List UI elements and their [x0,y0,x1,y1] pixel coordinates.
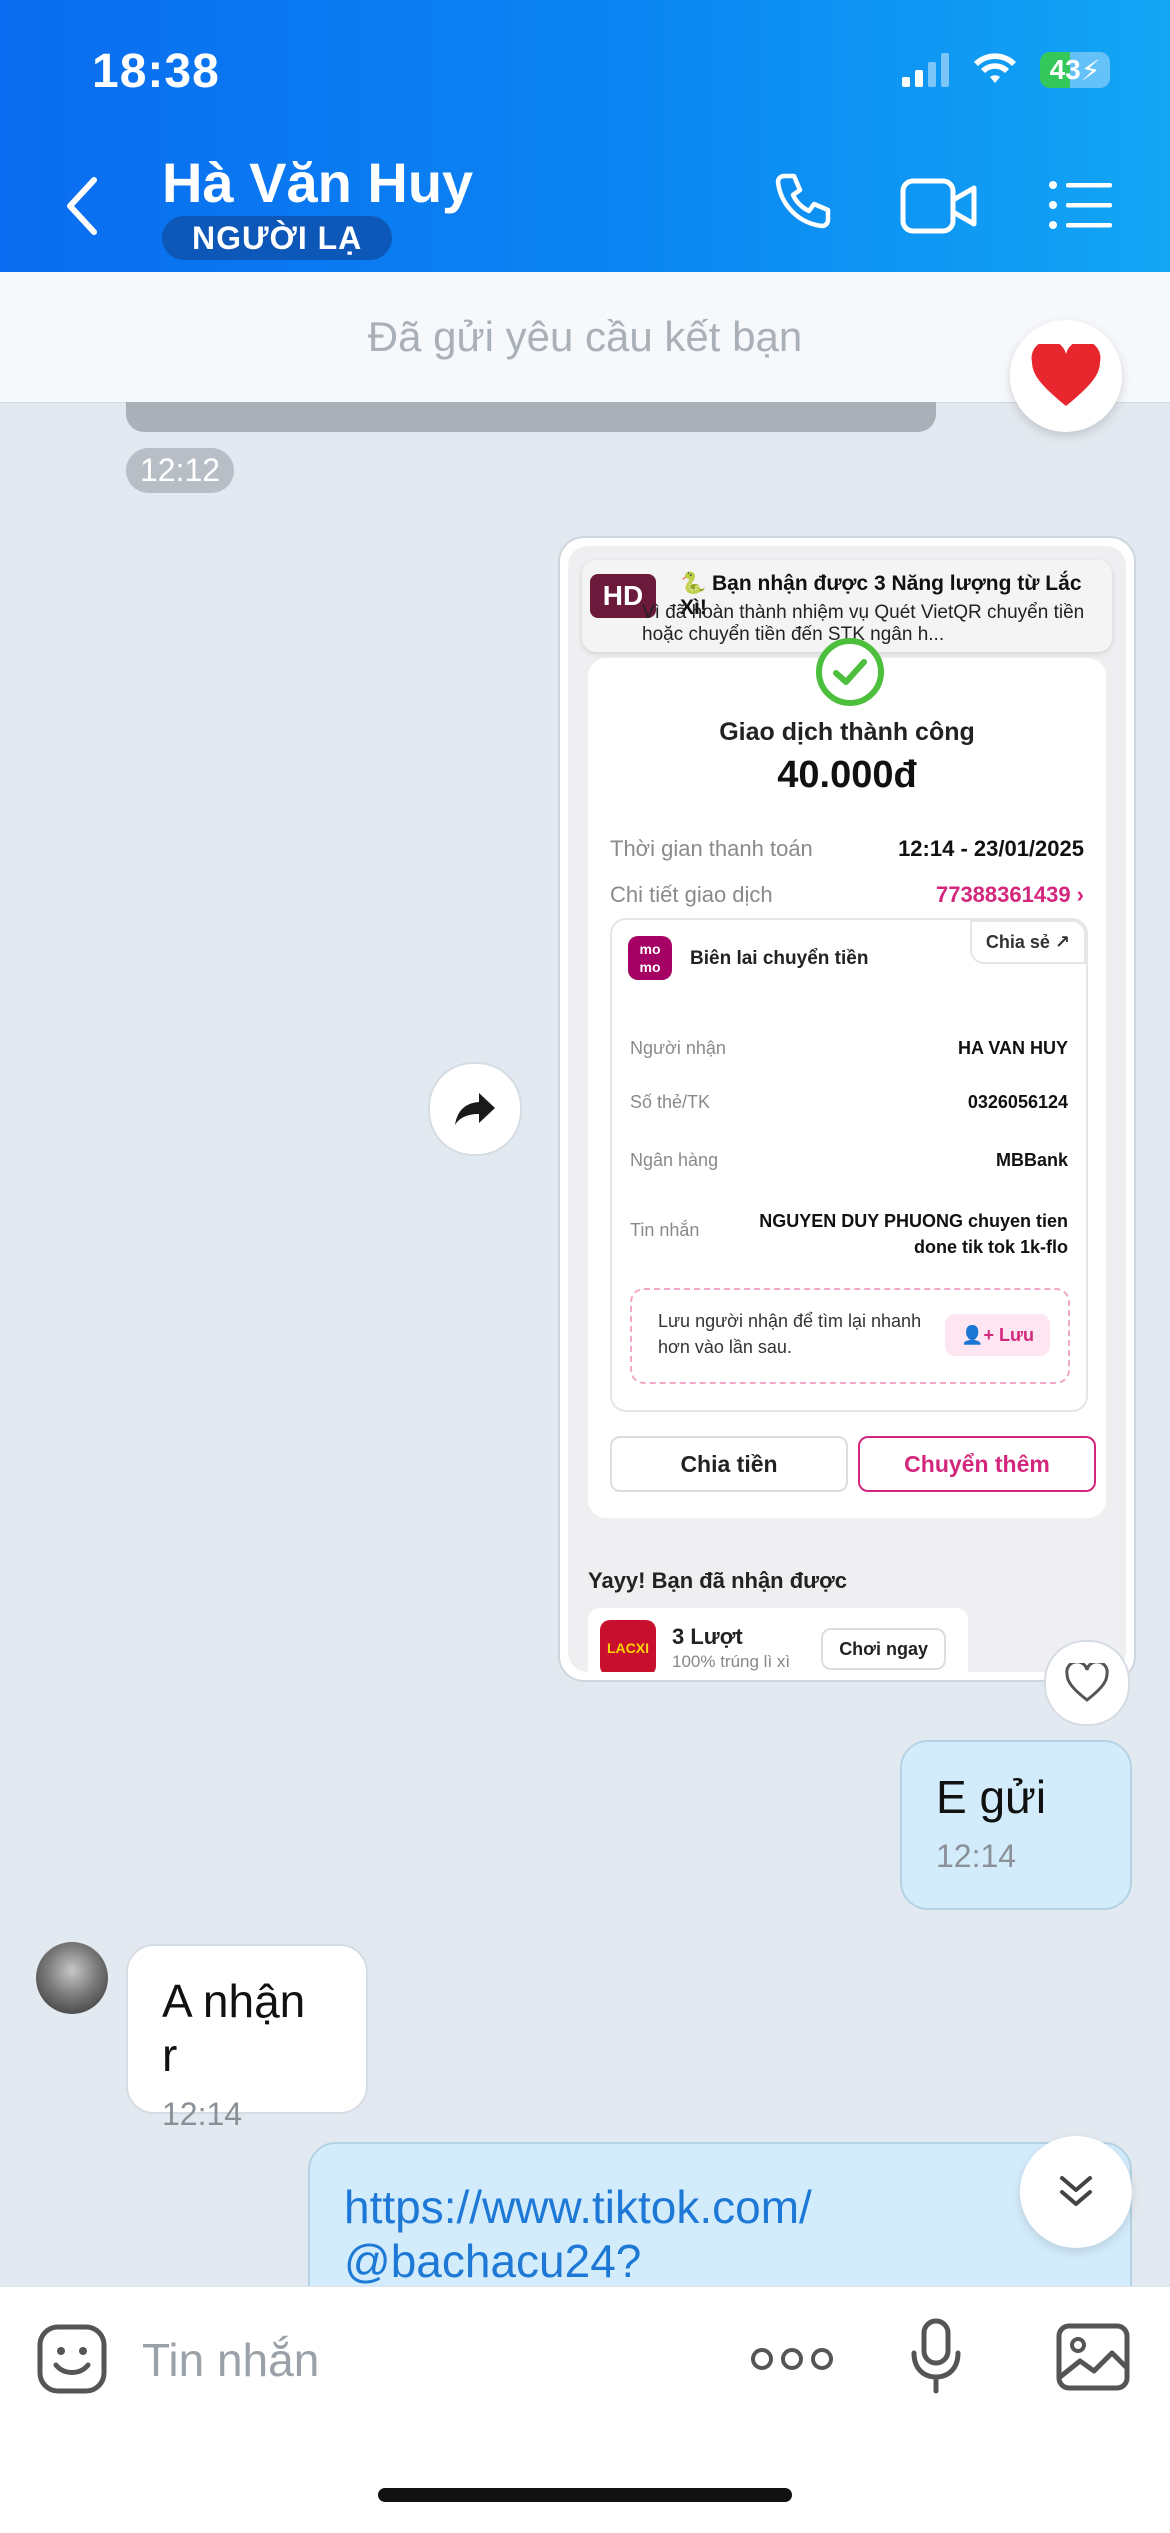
detail-row: Tin nhắn NGUYEN DUY PHUONG chuyen tien do… [630,1211,1068,1257]
heart-reaction-button[interactable] [1010,320,1122,432]
message-text: A nhận r [162,1975,306,2081]
detail-row: Ngân hàng MBBank [630,1150,1068,1170]
contact-avatar[interactable] [36,1942,108,2014]
reward-card: LACXI 3 Lượt 100% trúng lì xì Chơi ngay [588,1608,968,1672]
chat-header: 18:38 43 ⚡ Hà Văn Huy NGƯỜI LẠ [0,0,1170,272]
contact-name[interactable]: Hà Văn Huy [162,150,473,215]
split-money-button: Chia tiền [610,1436,848,1492]
receipt-image-message[interactable]: HD 🐍 Bạn nhận được 3 Năng lượng từ Lắc X… [558,536,1136,1682]
transaction-amount: 40.000đ [777,754,917,796]
receipt-screenshot: HD 🐍 Bạn nhận được 3 Năng lượng từ Lắc X… [568,546,1126,1672]
message-time: 12:12 [126,448,235,493]
save-recipient-button: 👤+ Lưu [945,1314,1050,1356]
scroll-to-bottom-button[interactable] [1020,2136,1132,2248]
message-input[interactable]: Tin nhắn [142,2333,319,2387]
more-options-icon[interactable] [750,2347,834,2371]
detail-row: Số thẻ/TK 0326056124 [630,1092,1068,1112]
transaction-detail-row: Chi tiết giao dịch 77388361439 › [610,882,1084,907]
notification-body: Vì đã hoàn thành nhiệm vụ Quét VietQR ch… [642,602,1085,645]
message-time: 12:14 [936,1838,1017,1874]
double-chevron-down-icon [1060,2176,1092,2206]
transaction-card: Giao dịch thành công 40.000đ Thời gian t… [588,638,1106,1518]
battery-icon: 43 ⚡ [1040,52,1110,88]
menu-list-icon[interactable] [1048,180,1112,230]
reward-title: 3 Lượt [672,1624,743,1649]
play-now-button: Chơi ngay [821,1628,946,1670]
success-check-icon [816,638,884,706]
save-recipient-text: Lưu người nhận để tìm lại nhanh hơn vào … [658,1311,922,1357]
like-button[interactable] [1044,1640,1130,1726]
heart-outline-icon [1065,1663,1109,1702]
status-time: 18:38 [92,45,220,98]
friend-request-banner: Đã gửi yêu cầu kết bạn [0,272,1170,403]
forward-button[interactable] [428,1062,522,1156]
signal-icon [902,53,949,87]
transaction-status: Giao dịch thành công [719,718,975,746]
tiktok-link[interactable]: https://www.tiktok.com/ @bachacu24? [344,2180,864,2288]
wifi-icon [974,53,1016,83]
sticker-icon[interactable] [36,2323,108,2395]
detail-row: Người nhận HA VAN HUY [630,1038,1068,1058]
previous-message-bubble [126,402,936,432]
lacxi-game-icon: LACXI [600,1620,656,1672]
back-arrow-icon[interactable] [62,176,102,236]
reward-subtitle: 100% trúng lì xì [672,1652,791,1671]
share-arrow-icon [455,1093,495,1125]
received-message[interactable]: A nhận r 12:14 [126,1944,368,2132]
phone-icon[interactable] [770,170,834,234]
payment-time-row: Thời gian thanh toán 12:14 - 23/01/2025 [610,836,1084,861]
reward-heading: Yayy! Bạn đã nhận được [588,1568,847,1593]
transfer-more-button: Chuyển thêm [858,1436,1096,1492]
receipt-title: Biên lai chuyển tiền [690,948,869,969]
microphone-icon[interactable] [908,2317,964,2397]
status-icons: 43 ⚡ [902,52,1110,88]
message-time: 12:14 [162,2096,243,2132]
heart-icon [1031,344,1101,406]
receipt-box: mo mo Biên lai chuyển tiền Chia sẻ ↗ Ngư… [610,918,1088,1412]
stranger-badge: NGƯỜI LẠ [162,216,393,260]
home-indicator [378,2488,792,2502]
sent-message[interactable]: E gửi 12:14 [900,1740,1132,1910]
image-gallery-icon[interactable] [1056,2323,1130,2391]
message-text: E gửi [936,1771,1047,1823]
save-recipient-box: Lưu người nhận để tìm lại nhanh hơn vào … [630,1288,1070,1384]
video-call-icon[interactable] [900,178,978,234]
share-label: Chia sẻ ↗ [969,920,1086,964]
momo-logo: mo mo [628,936,672,980]
